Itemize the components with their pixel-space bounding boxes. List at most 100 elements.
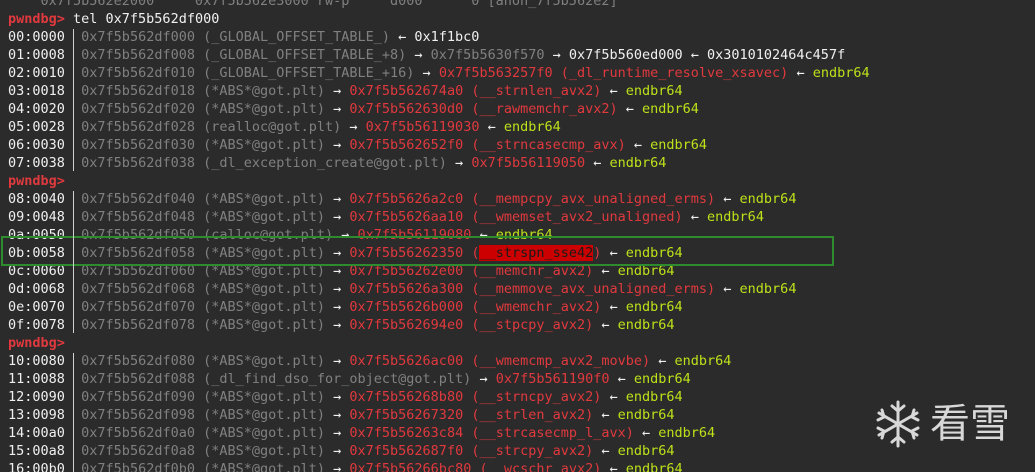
line-segment: ← [585,155,610,171]
line-segment: 0d:0068 [8,281,65,297]
line-segment: 01:0008 [8,47,65,63]
line-segment: → [325,83,350,99]
line-segment: 0x7f5b562df038 (_dl_exception_create@got… [81,155,447,171]
line-segment: 0x7f5b5626aa10 (__wmemset_avx2_unaligned… [349,209,683,225]
line-segment: 0x7f5b562df028 (realloc@got.plt) [81,119,342,135]
line-segment: 10:0080 [8,353,65,369]
line-segment: endbr64 [617,407,675,423]
line-segment: 0f:0078 [8,317,65,333]
line-segment: 0x7f5b562df040 (*ABS*@got.plt) [81,191,326,207]
telescope-row: 12:0090 0x7f5b562df090 (*ABS*@got.plt) →… [8,388,683,406]
offset-separator [73,191,74,333]
telescope-row: 08:0040 0x7f5b562df040 (*ABS*@got.plt) →… [8,190,796,208]
telescope-row: 04:0020 0x7f5b562df020 (*ABS*@got.plt) →… [8,100,699,118]
line-segment: → [325,425,350,441]
telescope-row: 16:00b0 0x7f5b562df0b0 (*ABS*@got.plt) →… [8,460,683,472]
line-segment: 0x7f5b56263c84 (__strcasecmp_l_avx) [349,425,634,441]
line-segment: endbr64 [625,461,683,472]
telescope-row: 00:0000 0x7f5b562df000 (_GLOBAL_OFFSET_T… [8,28,479,46]
line-segment: ← [593,317,618,333]
line-segment: endbr64 [650,137,708,153]
offset-separator [73,29,74,171]
line-segment: → 0x7f5b560ed000 ← 0x3010102464c457f [544,47,846,63]
line-segment: endbr64 [642,101,699,117]
line-segment: endbr64 [609,155,667,171]
line-segment: 0x7f5b562df070 (*ABS*@got.plt) [81,299,326,315]
line-segment: endbr64 [625,389,683,405]
line-segment: 04:0020 [8,101,65,117]
line-segment: 0x7f5b562df068 (*ABS*@got.plt) [81,281,326,297]
prompt-line: pwndbg> [8,334,65,352]
prompt-line: pwndbg> [8,172,65,190]
line-segment: → [471,371,496,387]
offset-separator [73,353,74,472]
snowflake-icon [876,400,920,448]
line-segment: tel 0x7f5b562df000 [73,11,220,27]
telescope-row: 06:0030 0x7f5b562df030 (*ABS*@got.plt) →… [8,136,707,154]
line-segment: ← [715,281,740,297]
line-segment: endbr64 [707,209,764,225]
line-segment: 12:0090 [8,389,65,405]
line-segment: endbr64 [625,299,683,315]
line-segment: 03:0018 [8,83,65,99]
line-segment: 0x7f5b562df048 (*ABS*@got.plt) [81,209,326,225]
line-segment: ← [617,101,643,117]
line-segment: 0x7f5b562df0a0 (*ABS*@got.plt) [81,425,326,441]
line-segment: → [414,65,439,81]
line-segment: 15:00a8 [8,443,65,459]
telescope-row: 14:00a0 0x7f5b562df0a0 (*ABS*@got.plt) →… [8,424,715,442]
line-segment: 0x7f5b562694e0 (__stpcpy_avx2) [349,317,594,333]
watermark-text: 看雪 [930,401,1010,447]
line-segment: 0x7f5b56268b80 (__strncpy_avx2) [349,389,602,405]
line-segment: → [406,47,431,63]
line-segment: 0x7f5b562df010 (_GLOBAL_OFFSET_TABLE_+16… [81,65,415,81]
line-segment: ← [593,407,618,423]
terminal-window[interactable]: 0x7f5b562e2000 0x7f5b562e3000 rw-p d000 … [0,0,1035,472]
telescope-row: 01:0008 0x7f5b562df008 (_GLOBAL_OFFSET_T… [8,46,845,64]
line-segment: 0x7f5b562df000 (_GLOBAL_OFFSET_TABLE_) [81,29,391,45]
line-segment: ← [601,389,626,405]
line-segment: → [325,317,350,333]
line-segment: ← [609,371,634,387]
line-segment: 0x7f5b562df020 (*ABS*@got.plt) [81,101,326,117]
telescope-row: 0e:0070 0x7f5b562df070 (*ABS*@got.plt) →… [8,298,683,316]
line-segment: 00:0000 [8,29,65,45]
telescope-row: 07:0038 0x7f5b562df038 (_dl_exception_cr… [8,154,666,172]
telescope-row: 0d:0068 0x7f5b562df068 (*ABS*@got.plt) →… [8,280,796,298]
line-segment: 0x7f5b56119030 [365,119,480,135]
line-segment: 0x7f5b5626a2c0 (__mempcpy_avx_unaligned_… [349,191,716,207]
line-segment: endbr64 [674,353,732,369]
line-segment: 0x7f5b56266bc80 (__wcschr_avx2) [349,461,602,472]
line-segment: endbr64 [812,65,870,81]
line-segment: 0x7f5b562df078 (*ABS*@got.plt) [81,317,326,333]
line-segment: 0x7f5b562df080 (*ABS*@got.plt) [81,353,326,369]
line-segment: ← [601,461,626,472]
line-segment: pwndbg> [8,173,65,189]
line-segment: ← [479,119,504,135]
line-segment: → [325,191,350,207]
telescope-row: 10:0080 0x7f5b562df080 (*ABS*@got.plt) →… [8,352,731,370]
line-segment: → [325,101,350,117]
line-segment: → [446,155,472,171]
line-segment: 0x7f5b5626a300 (__memmove_avx_unaligned_… [349,281,716,297]
line-segment: 0x7f5b562df030 (*ABS*@got.plt) [81,137,326,153]
line-segment: 06:0030 [8,137,65,153]
line-segment: 16:00b0 [8,461,65,472]
line-segment: → [341,119,366,135]
telescope-row: 03:0018 0x7f5b562df018 (*ABS*@got.plt) →… [8,82,683,100]
telescope-row: 13:0098 0x7f5b562df098 (*ABS*@got.plt) →… [8,406,675,424]
line-segment: 0x7f5b561190f0 [495,371,610,387]
line-segment: 13:0098 [8,407,65,423]
line-segment: 0x7f5b562630d0 (__rawmemchr_avx2) [349,101,618,117]
line-segment: → [325,443,350,459]
line-segment: → [325,407,350,423]
line-segment: → [325,389,350,405]
line-segment: 08:0040 [8,191,65,207]
line-segment: 0e:0070 [8,299,65,315]
line-segment: 0x7f5b5626b000 (__wmemchr_avx2) [349,299,602,315]
line-segment: endbr64 [739,191,797,207]
line-segment: → [325,299,350,315]
telescope-row: 11:0088 0x7f5b562df088 (_dl_find_dso_for… [8,370,691,388]
line-segment: endbr64 [625,83,683,99]
line-segment: 05:0028 [8,119,65,135]
